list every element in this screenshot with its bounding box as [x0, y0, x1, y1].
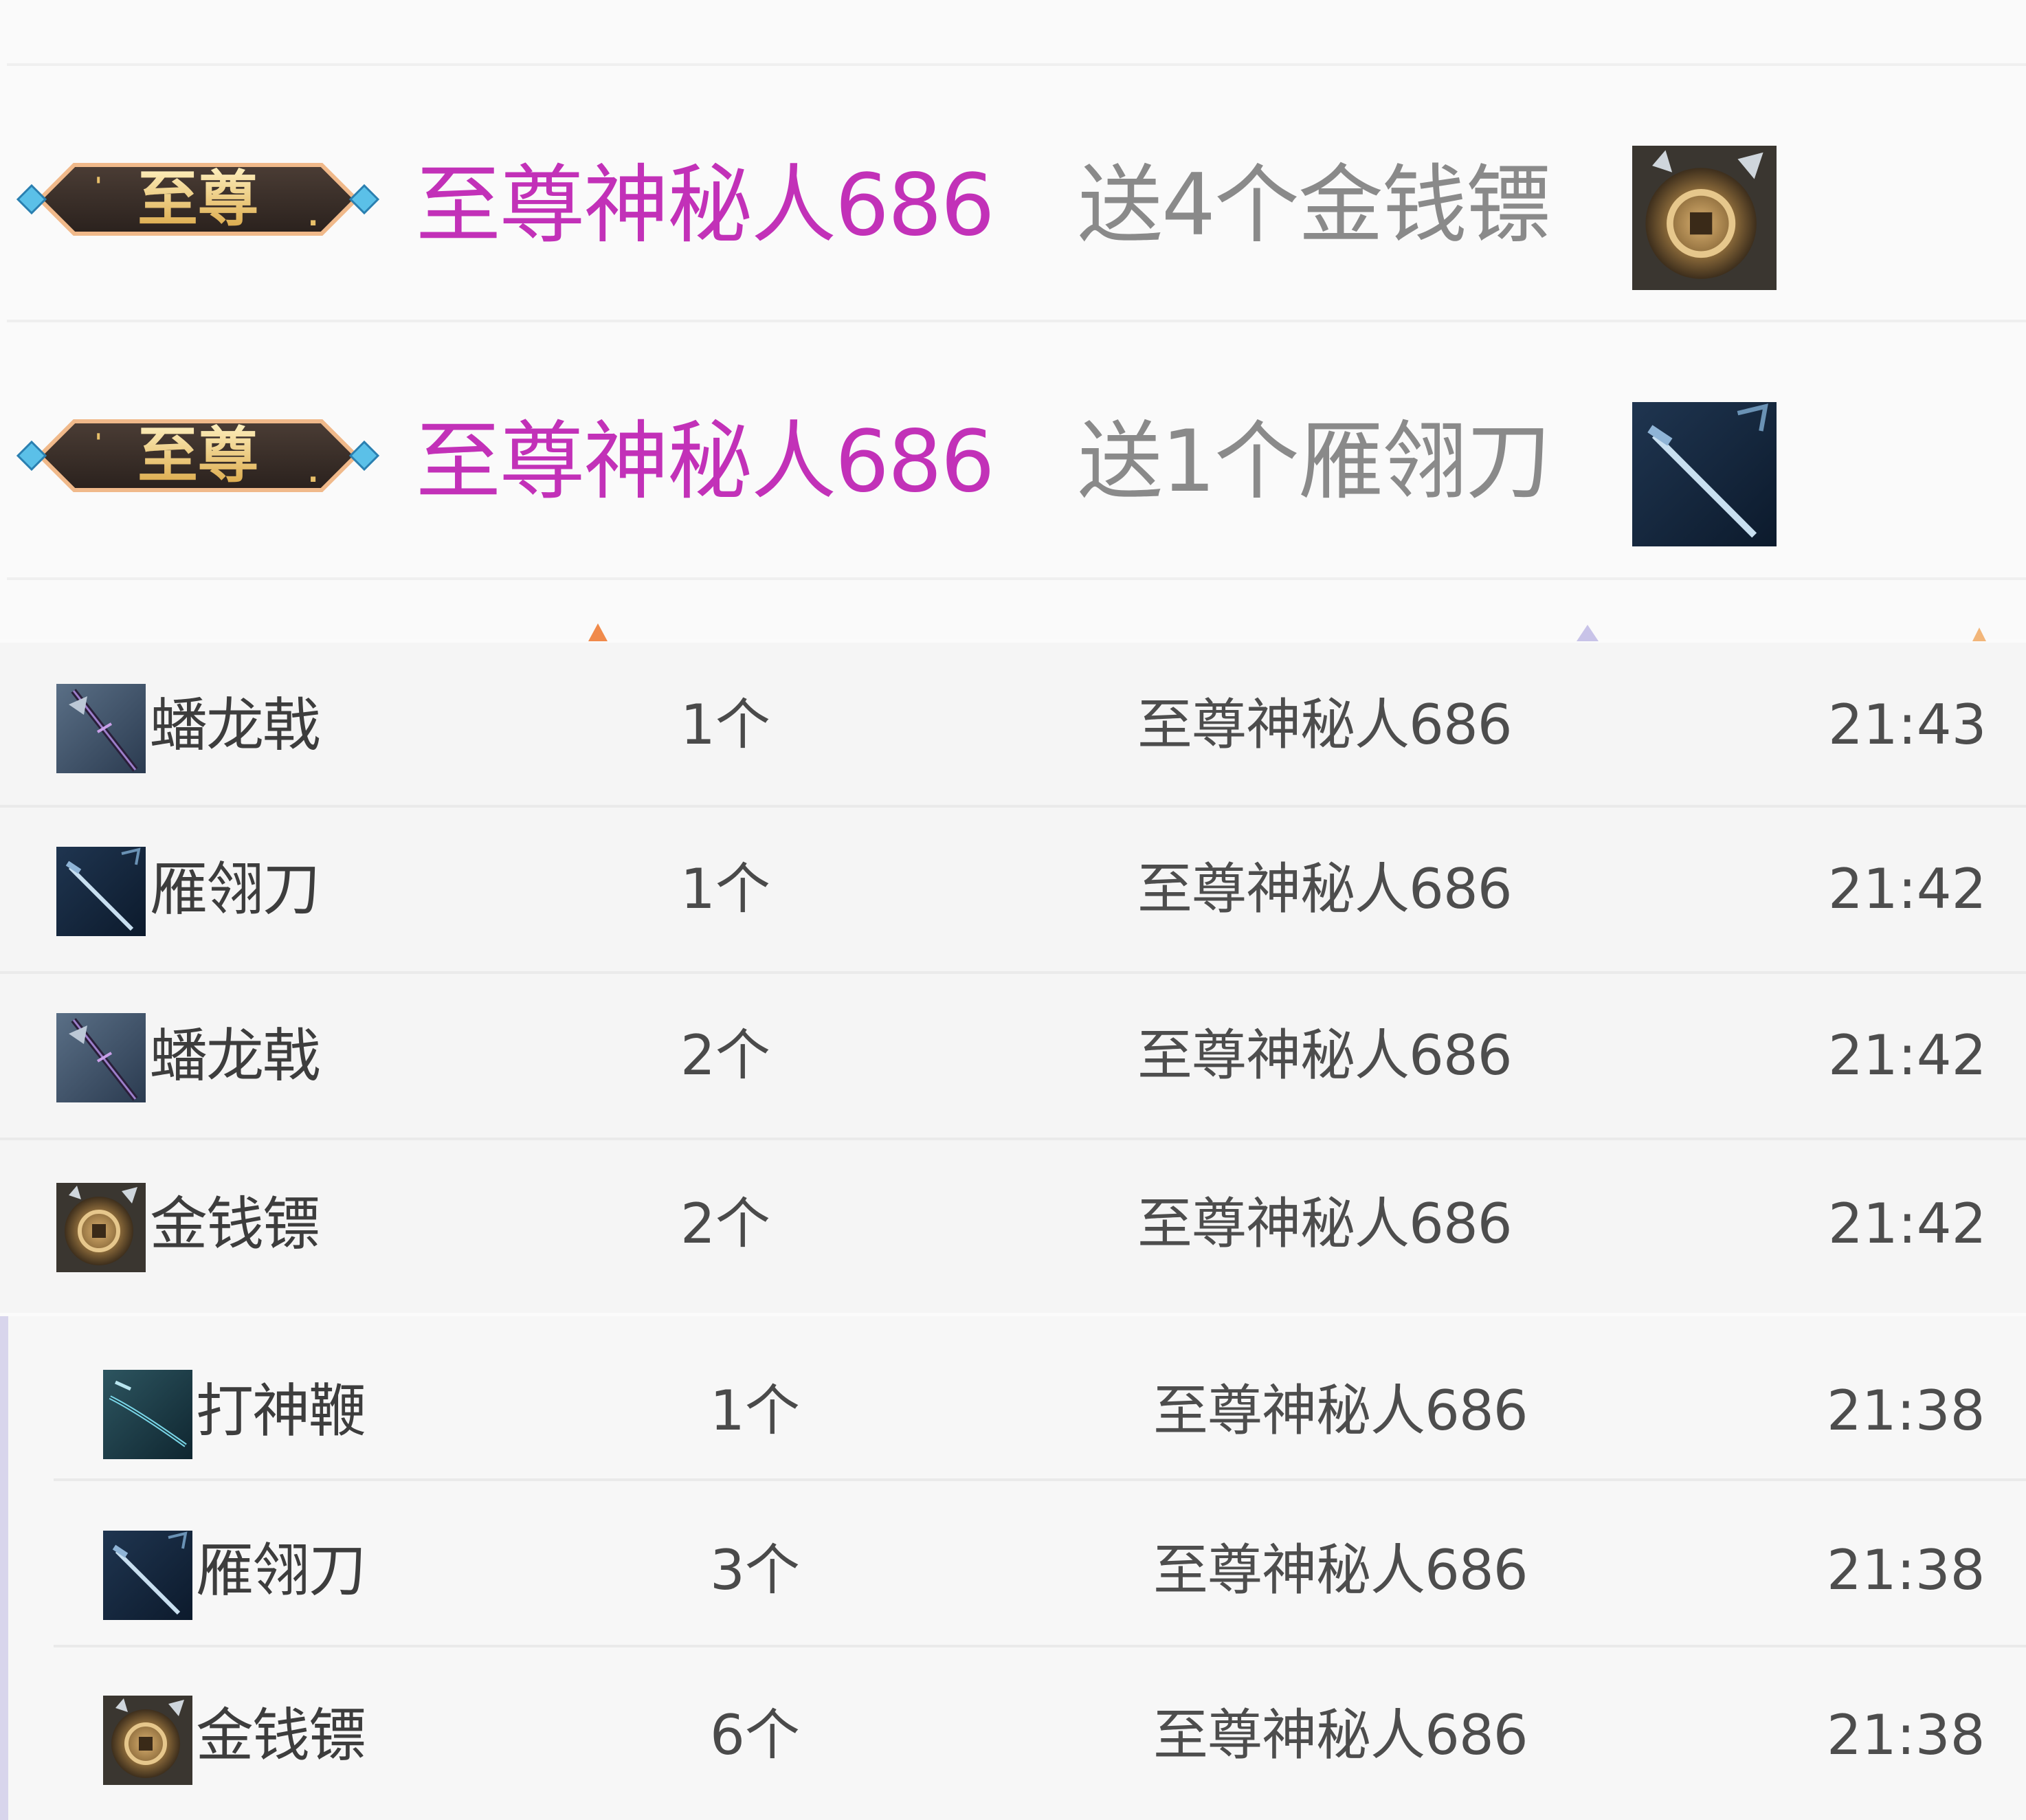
gift-name: 金钱镖 [196, 1702, 366, 1769]
gift-name: 金钱镖 [150, 1190, 320, 1258]
gift-time: 21:42 [1828, 1023, 1987, 1087]
chat-message: 至尊神秘人686 送4个金钱镖 [0, 118, 2026, 276]
gift-quantity: 1个 [680, 693, 770, 757]
chat-gift-text: 送4个金钱镖 [1078, 156, 1551, 255]
gift-quantity: 3个 [710, 1538, 800, 1602]
divider [54, 1645, 2026, 1647]
gift-quantity: 2个 [680, 1192, 770, 1256]
gift-time: 21:38 [1827, 1703, 1985, 1767]
halberd-icon [56, 684, 146, 773]
vip-badge-icon [12, 408, 383, 504]
coin-dart-icon [103, 1696, 192, 1785]
saber-icon [56, 847, 146, 936]
coin-dart-icon [1632, 146, 1777, 290]
saber-icon [103, 1531, 192, 1620]
vip-badge-icon [12, 151, 383, 247]
sender-name: 至尊神秘人686 [1153, 1538, 1528, 1602]
gift-quantity: 1个 [680, 857, 770, 921]
halberd-icon [56, 1013, 146, 1102]
divider [7, 320, 2026, 322]
divider [0, 1138, 2026, 1140]
chat-username[interactable]: 至尊神秘人686 [416, 161, 995, 250]
table-row[interactable]: 金钱镖 6个 至尊神秘人686 21:38 [54, 1649, 2026, 1814]
divider [54, 1478, 2026, 1481]
table-row[interactable]: 金钱镖 2个 至尊神秘人686 21:42 [0, 1142, 2026, 1307]
flame-icon [588, 623, 608, 641]
chat-panel: 至尊神秘人686 送4个金钱镖 至尊神秘人686 送1个雁翎刀 [0, 0, 2026, 641]
gift-name: 打神鞭 [196, 1377, 366, 1445]
gift-time: 21:38 [1827, 1379, 1985, 1443]
divider [0, 971, 2026, 974]
coin-dart-icon [56, 1183, 146, 1272]
gift-quantity: 1个 [710, 1379, 800, 1443]
gift-list: 蟠龙戟 1个 至尊神秘人686 21:43 雁翎刀 1个 至尊神秘人686 21… [0, 643, 2026, 1313]
sender-name: 至尊神秘人686 [1153, 1703, 1528, 1767]
chat-gift-text: 送1个雁翎刀 [1078, 412, 1551, 511]
gift-time: 21:43 [1828, 693, 1987, 757]
sender-name: 至尊神秘人686 [1153, 1379, 1528, 1443]
gift-quantity: 6个 [710, 1703, 800, 1767]
gift-name: 雁翎刀 [196, 1537, 366, 1604]
gift-list-earlier: 打神鞭 1个 至尊神秘人686 21:38 雁翎刀 3个 至尊神秘人686 21… [0, 1316, 2026, 1820]
accent-bar [0, 1316, 8, 1820]
table-row[interactable]: 雁翎刀 1个 至尊神秘人686 21:42 [0, 809, 2026, 974]
table-row[interactable]: 雁翎刀 3个 至尊神秘人686 21:38 [54, 1483, 2026, 1647]
sender-name: 至尊神秘人686 [1137, 693, 1513, 757]
table-row[interactable]: 打神鞭 1个 至尊神秘人686 21:38 [54, 1316, 2026, 1481]
gem-icon [1577, 625, 1599, 641]
sender-name: 至尊神秘人686 [1137, 1023, 1513, 1087]
divider [7, 577, 2026, 580]
gift-name: 蟠龙戟 [150, 1022, 320, 1089]
divider [0, 805, 2026, 808]
gift-time: 21:38 [1827, 1538, 1985, 1602]
gift-time: 21:42 [1828, 1192, 1987, 1256]
gift-name: 蟠龙戟 [150, 691, 320, 759]
sender-name: 至尊神秘人686 [1137, 857, 1513, 921]
table-row[interactable]: 蟠龙戟 1个 至尊神秘人686 21:43 [0, 643, 2026, 808]
chat-username[interactable]: 至尊神秘人686 [416, 417, 995, 507]
sender-name: 至尊神秘人686 [1137, 1192, 1513, 1256]
gift-name: 雁翎刀 [150, 856, 320, 923]
gift-quantity: 2个 [680, 1023, 770, 1087]
divider [7, 63, 2026, 66]
gift-time: 21:42 [1828, 857, 1987, 921]
spark-icon [1972, 628, 1986, 641]
saber-icon [1632, 402, 1777, 546]
whip-icon [103, 1370, 192, 1459]
table-row[interactable]: 蟠龙戟 2个 至尊神秘人686 21:42 [0, 975, 2026, 1140]
chat-message: 至尊神秘人686 送1个雁翎刀 [0, 375, 2026, 533]
